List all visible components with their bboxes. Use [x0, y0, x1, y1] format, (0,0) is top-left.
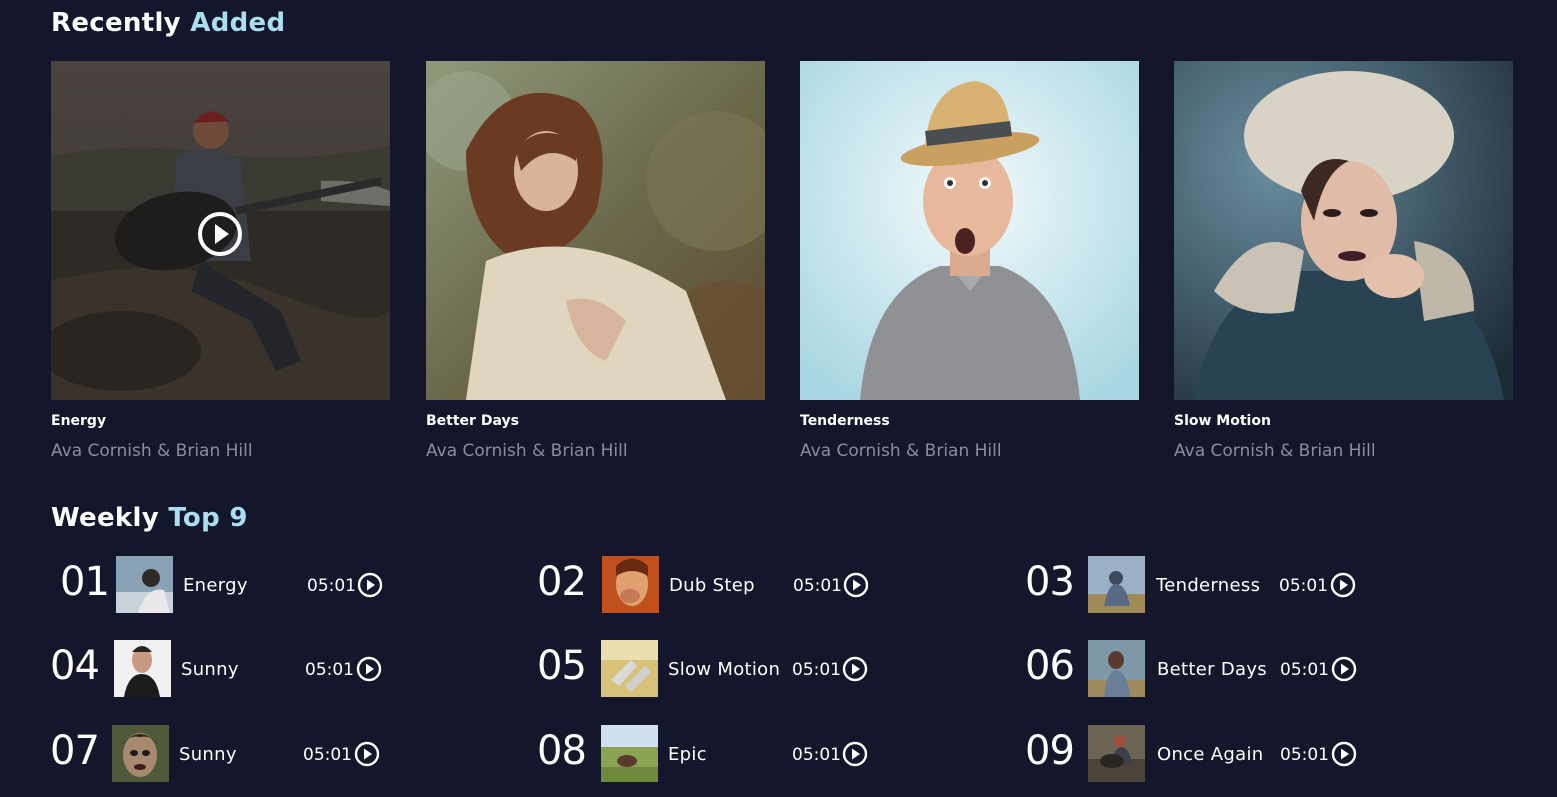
heading-word-1: Recently: [51, 8, 181, 38]
track-title[interactable]: Dub Step: [669, 577, 755, 595]
album-artist: Ava Cornish & Brian Hill: [1174, 441, 1376, 461]
track-duration: 05:01: [792, 660, 841, 680]
track-title[interactable]: Epic: [668, 746, 707, 764]
chart-rank: 07: [50, 728, 100, 774]
play-circle-icon[interactable]: [197, 211, 243, 257]
album-title[interactable]: Slow Motion: [1174, 414, 1513, 430]
album-artist: Ava Cornish & Brian Hill: [51, 441, 253, 461]
track-title[interactable]: Sunny: [181, 661, 239, 679]
track-duration: 05:01: [793, 576, 842, 596]
chart-item[interactable]: 08 Epic 05:01: [537, 725, 937, 783]
play-circle-icon[interactable]: [1331, 656, 1357, 682]
album-card[interactable]: Tenderness Ava Cornish & Brian Hill: [800, 61, 1139, 460]
album-card[interactable]: Energy Ava Cornish & Brian Hill: [51, 61, 390, 460]
track-thumbnail: [114, 640, 171, 697]
chart-rank: 05: [537, 643, 587, 689]
track-duration: 05:01: [1280, 660, 1329, 680]
chart-rank: 06: [1025, 643, 1075, 689]
track-thumbnail: [112, 725, 169, 782]
chart-rank: 04: [50, 643, 100, 689]
chart-rank: 03: [1025, 559, 1075, 605]
chart-rank: 08: [537, 728, 587, 774]
play-circle-icon[interactable]: [356, 656, 382, 682]
album-cover-image[interactable]: [426, 61, 765, 400]
chart-rank: 01: [60, 559, 110, 605]
track-duration: 05:01: [303, 745, 352, 765]
album-cover-image[interactable]: [51, 61, 390, 400]
album-card[interactable]: Slow Motion Ava Cornish & Brian Hill: [1174, 61, 1513, 460]
track-duration: 05:01: [792, 745, 841, 765]
weekly-top-heading: Weekly Top 9: [51, 505, 248, 531]
track-duration: 05:01: [1280, 745, 1329, 765]
recently-added-heading: Recently Added: [51, 10, 285, 36]
track-duration: 05:01: [305, 660, 354, 680]
heading-word-1: Weekly: [51, 503, 159, 533]
track-thumbnail: [602, 556, 659, 613]
album-title[interactable]: Energy: [51, 414, 390, 430]
play-circle-icon[interactable]: [1330, 572, 1356, 598]
play-circle-icon[interactable]: [843, 572, 869, 598]
music-page: Recently Added Energy Ava Cornish & Bria…: [0, 0, 1557, 797]
chart-item[interactable]: 09 Once Again 05:01: [1025, 725, 1425, 783]
album-cover-image[interactable]: [1174, 61, 1513, 400]
track-thumbnail: [1088, 640, 1145, 697]
chart-item[interactable]: 03 Tenderness 05:01: [1025, 556, 1425, 614]
track-title[interactable]: Once Again: [1157, 746, 1263, 764]
chart-item[interactable]: 04 Sunny 05:01: [50, 640, 450, 698]
chart-item[interactable]: 07 Sunny 05:01: [50, 725, 450, 783]
play-circle-icon[interactable]: [842, 741, 868, 767]
album-artist: Ava Cornish & Brian Hill: [800, 441, 1002, 461]
chart-item[interactable]: 01 Energy 05:01: [60, 556, 460, 614]
heading-word-2: Added: [190, 8, 286, 38]
track-thumbnail: [601, 725, 658, 782]
play-circle-icon[interactable]: [1331, 741, 1357, 767]
heading-word-2: Top 9: [168, 503, 248, 533]
chart-rank: 09: [1025, 728, 1075, 774]
track-title[interactable]: Better Days: [1157, 661, 1267, 679]
track-title[interactable]: Sunny: [179, 746, 237, 764]
track-thumbnail: [116, 556, 173, 613]
album-title[interactable]: Better Days: [426, 414, 765, 430]
album-cover-image[interactable]: [800, 61, 1139, 400]
play-circle-icon[interactable]: [357, 572, 383, 598]
album-title[interactable]: Tenderness: [800, 414, 1139, 430]
album-card[interactable]: Better Days Ava Cornish & Brian Hill: [426, 61, 765, 460]
chart-item[interactable]: 05 Slow Motion 05:01: [537, 640, 937, 698]
track-title[interactable]: Energy: [183, 577, 248, 595]
play-circle-icon[interactable]: [354, 741, 380, 767]
chart-item[interactable]: 06 Better Days 05:01: [1025, 640, 1425, 698]
track-title[interactable]: Tenderness: [1156, 577, 1260, 595]
track-duration: 05:01: [1279, 576, 1328, 596]
track-thumbnail: [1088, 556, 1145, 613]
track-title[interactable]: Slow Motion: [668, 661, 780, 679]
album-artist: Ava Cornish & Brian Hill: [426, 441, 628, 461]
track-thumbnail: [1088, 725, 1145, 782]
chart-item[interactable]: 02 Dub Step 05:01: [537, 556, 937, 614]
track-duration: 05:01: [307, 576, 356, 596]
track-thumbnail: [601, 640, 658, 697]
play-circle-icon[interactable]: [842, 656, 868, 682]
chart-rank: 02: [537, 559, 587, 605]
